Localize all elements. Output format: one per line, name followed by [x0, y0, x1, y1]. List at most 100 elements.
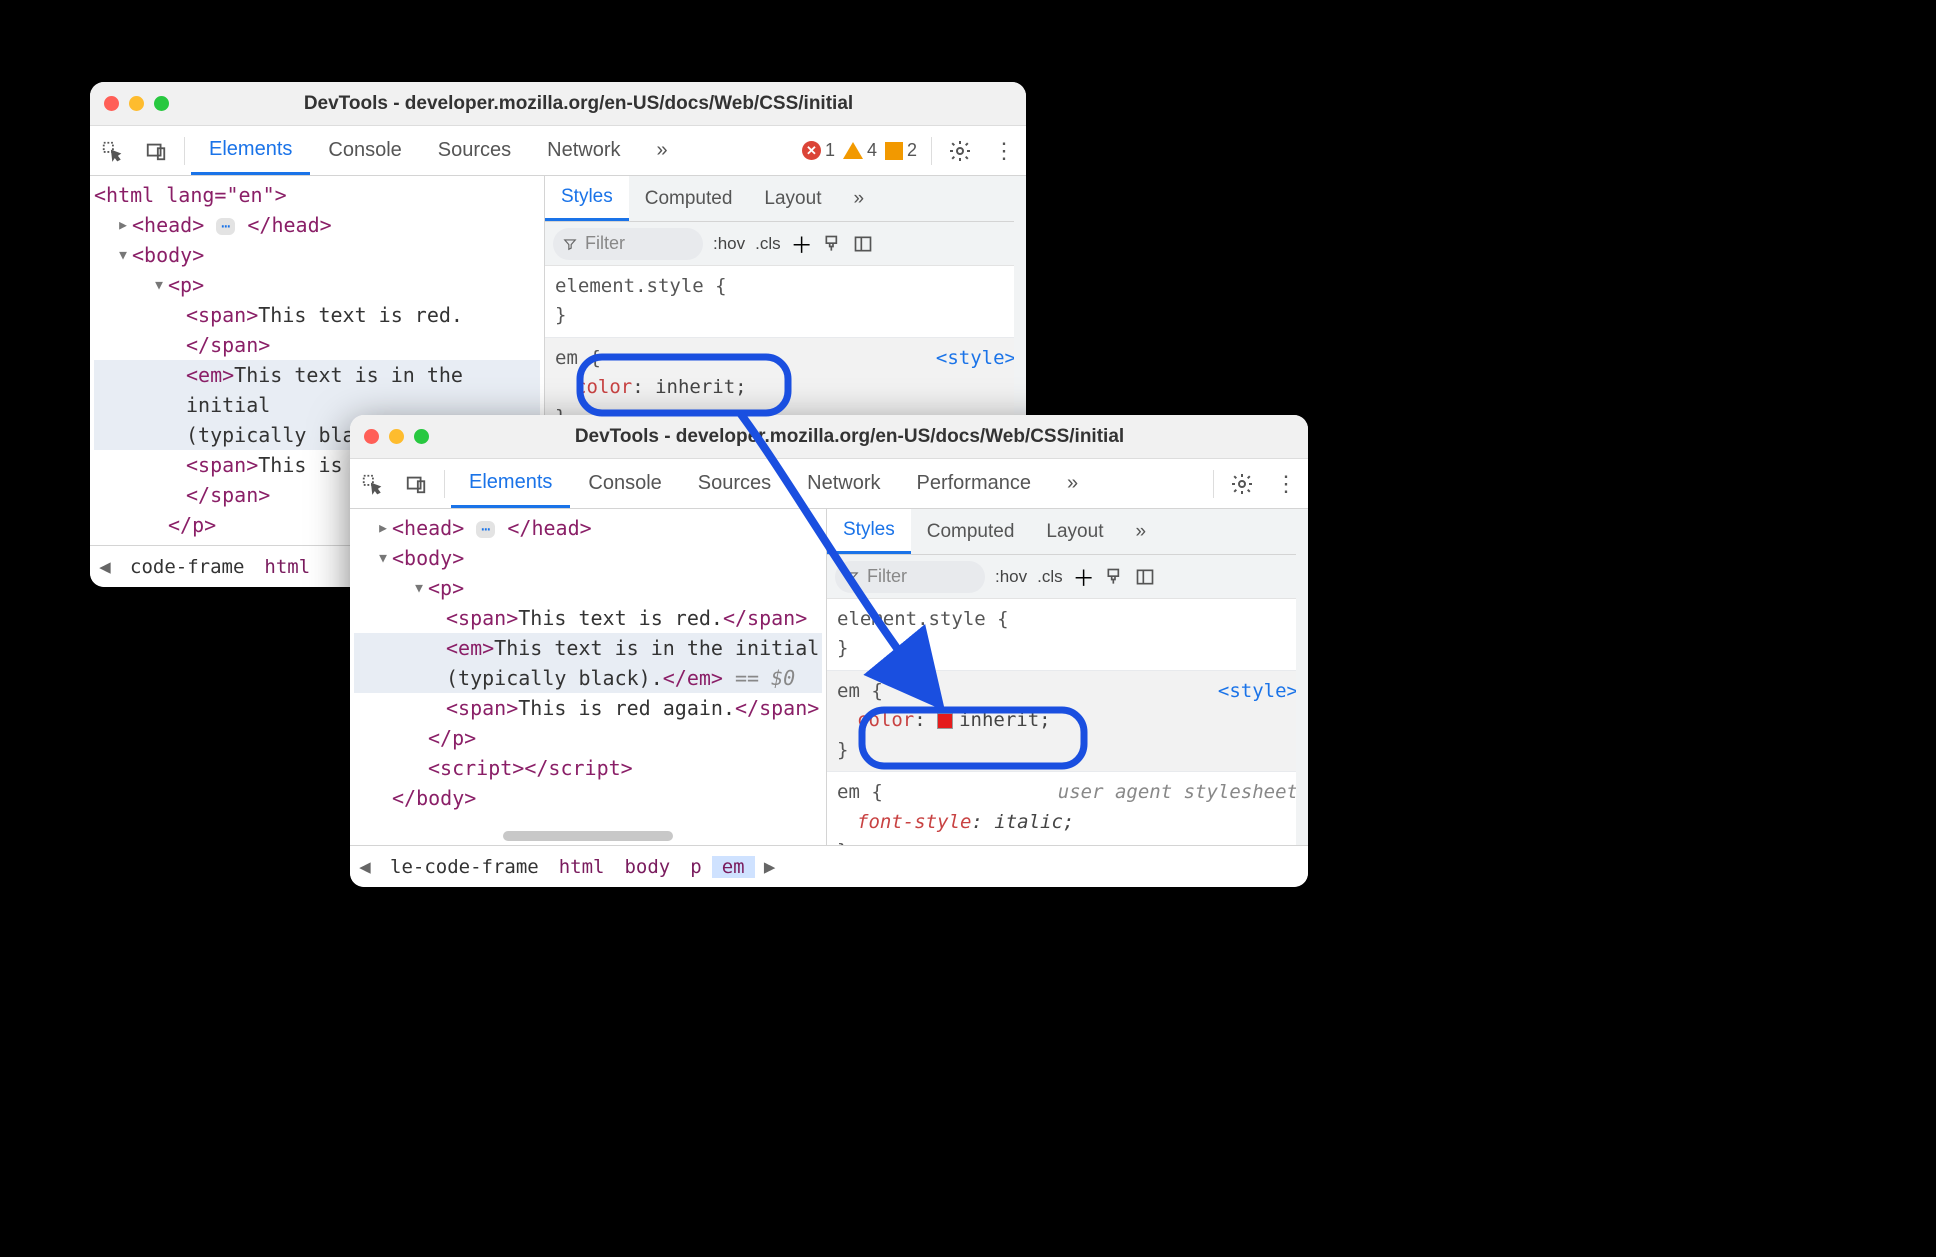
styles-filter-input[interactable]: Filter — [553, 228, 703, 260]
sub-tab-layout[interactable]: Layout — [1030, 509, 1119, 554]
minimize-icon[interactable] — [129, 96, 144, 111]
rendering-icon[interactable] — [853, 234, 873, 254]
dom-selected-em[interactable]: <em>This text is in the initial — [94, 360, 540, 420]
window-controls[interactable] — [104, 96, 169, 111]
new-rule-icon[interactable]: ＋ — [1073, 561, 1095, 593]
window-controls[interactable] — [364, 429, 429, 444]
sub-tab-layout[interactable]: Layout — [748, 176, 837, 221]
crumb-p[interactable]: p — [680, 856, 711, 878]
new-rule-icon[interactable]: ＋ — [791, 228, 813, 260]
titlebar: DevTools - developer.mozilla.org/en-US/d… — [90, 82, 1026, 126]
sub-tab-computed[interactable]: Computed — [629, 176, 749, 221]
ua-rule-block[interactable]: user agent stylesheet em { font-style: i… — [827, 772, 1308, 845]
styles-pane: Styles Computed Layout » Filter :hov .cl… — [826, 509, 1308, 845]
filter-icon — [563, 237, 577, 251]
issues-badge[interactable]: 2 — [885, 140, 917, 161]
status-badges[interactable]: ✕1 4 2 — [794, 140, 925, 161]
tabs-overflow[interactable]: » — [639, 126, 686, 175]
device-mode-icon[interactable] — [396, 464, 436, 504]
dom-body[interactable]: <body> — [132, 243, 204, 267]
styles-filter-input[interactable]: Filter — [835, 561, 985, 593]
sub-tab-computed[interactable]: Computed — [911, 509, 1031, 554]
maximize-icon[interactable] — [414, 429, 429, 444]
tab-network[interactable]: Network — [529, 126, 638, 175]
element-style-block[interactable]: element.style { } — [827, 599, 1308, 671]
em-rule-block[interactable]: <style> em { color: inherit; } — [827, 671, 1308, 772]
tabs-overflow[interactable]: » — [1049, 459, 1096, 508]
tab-performance[interactable]: Performance — [899, 459, 1050, 508]
hov-toggle[interactable]: :hov — [713, 234, 745, 254]
dom-head[interactable]: <head> — [132, 213, 204, 237]
rendering-icon[interactable] — [1135, 567, 1155, 587]
styles-sub-tabs: Styles Computed Layout » — [545, 176, 1026, 222]
maximize-icon[interactable] — [154, 96, 169, 111]
main-toolbar: Elements Console Sources Network Perform… — [350, 459, 1308, 509]
settings-icon[interactable] — [1222, 464, 1262, 504]
rule-origin-ua: user agent stylesheet — [1058, 778, 1298, 807]
device-mode-icon[interactable] — [136, 131, 176, 171]
sub-tab-styles[interactable]: Styles — [827, 509, 911, 554]
error-badge[interactable]: ✕1 — [802, 140, 835, 161]
tab-network[interactable]: Network — [789, 459, 898, 508]
main-tabs: Elements Console Sources Network » — [191, 126, 794, 175]
cls-toggle[interactable]: .cls — [755, 234, 781, 254]
color-swatch-icon[interactable] — [937, 713, 953, 729]
crumb-em[interactable]: em — [712, 856, 755, 878]
breadcrumb-right-icon[interactable]: ▶ — [755, 856, 785, 878]
window-title: DevTools - developer.mozilla.org/en-US/d… — [185, 93, 1012, 115]
dom-tree[interactable]: ▸<head> ⋯ </head> ▾<body> ▾<p> <span>Thi… — [350, 509, 826, 845]
tab-elements[interactable]: Elements — [191, 126, 310, 175]
window-title: DevTools - developer.mozilla.org/en-US/d… — [445, 426, 1294, 448]
titlebar: DevTools - developer.mozilla.org/en-US/d… — [350, 415, 1308, 459]
crumb-html[interactable]: html — [254, 556, 320, 578]
hov-toggle[interactable]: :hov — [995, 567, 1027, 587]
settings-icon[interactable] — [940, 131, 980, 171]
styles-brush-icon[interactable] — [823, 234, 843, 254]
main-toolbar: Elements Console Sources Network » ✕1 4 … — [90, 126, 1026, 176]
rule-origin-link[interactable]: <style> — [1218, 677, 1298, 706]
dom-p[interactable]: <p> — [168, 273, 204, 297]
rule-origin-link[interactable]: <style> — [936, 344, 1016, 373]
collapse-ellipsis-icon[interactable]: ⋯ — [216, 218, 235, 235]
kebab-menu-icon[interactable]: ⋮ — [1266, 464, 1306, 504]
tab-console[interactable]: Console — [570, 459, 679, 508]
tab-console[interactable]: Console — [310, 126, 419, 175]
devtools-window-b: DevTools - developer.mozilla.org/en-US/d… — [350, 415, 1308, 887]
crumb-body[interactable]: body — [614, 856, 680, 878]
sub-tabs-overflow[interactable]: » — [1119, 509, 1162, 554]
kebab-menu-icon[interactable]: ⋮ — [984, 131, 1024, 171]
element-style-block[interactable]: element.style { } — [545, 266, 1026, 338]
tab-elements[interactable]: Elements — [451, 459, 570, 508]
minimize-icon[interactable] — [389, 429, 404, 444]
styles-filter-row: Filter :hov .cls ＋ — [827, 555, 1308, 599]
dom-head[interactable]: <head> — [392, 516, 464, 540]
crumb-html[interactable]: html — [549, 856, 615, 878]
tab-sources[interactable]: Sources — [420, 126, 529, 175]
dom-body[interactable]: <body> — [392, 546, 464, 570]
collapse-ellipsis-icon[interactable]: ⋯ — [476, 521, 495, 538]
tab-sources[interactable]: Sources — [680, 459, 789, 508]
styles-filter-row: Filter :hov .cls ＋ — [545, 222, 1026, 266]
cls-toggle[interactable]: .cls — [1037, 567, 1063, 587]
dom-selected-em[interactable]: <em>This text is in the initial — [354, 633, 822, 663]
crumb-frame[interactable]: code-frame — [120, 556, 254, 578]
breadcrumb-left-icon[interactable]: ◀ — [350, 856, 380, 878]
filter-icon — [845, 570, 859, 584]
sub-tab-styles[interactable]: Styles — [545, 176, 629, 221]
breadcrumb-left-icon[interactable]: ◀ — [90, 556, 120, 578]
close-icon[interactable] — [364, 429, 379, 444]
inspect-icon[interactable] — [92, 131, 132, 171]
crumb-frame[interactable]: le-code-frame — [380, 856, 549, 878]
breadcrumb-bar[interactable]: ◀ le-code-frame html body p em ▶ — [350, 845, 1308, 887]
dom-ref: == $0 — [735, 666, 795, 690]
close-icon[interactable] — [104, 96, 119, 111]
dom-p[interactable]: <p> — [428, 576, 464, 600]
main-tabs: Elements Console Sources Network Perform… — [451, 459, 1207, 508]
sub-tabs-overflow[interactable]: » — [837, 176, 880, 221]
warning-badge[interactable]: 4 — [843, 140, 877, 161]
styles-brush-icon[interactable] — [1105, 567, 1125, 587]
horizontal-scrollbar[interactable] — [503, 831, 673, 841]
inspect-icon[interactable] — [352, 464, 392, 504]
dom-html[interactable]: <html lang="en"> — [94, 183, 287, 207]
styles-sub-tabs: Styles Computed Layout » — [827, 509, 1308, 555]
